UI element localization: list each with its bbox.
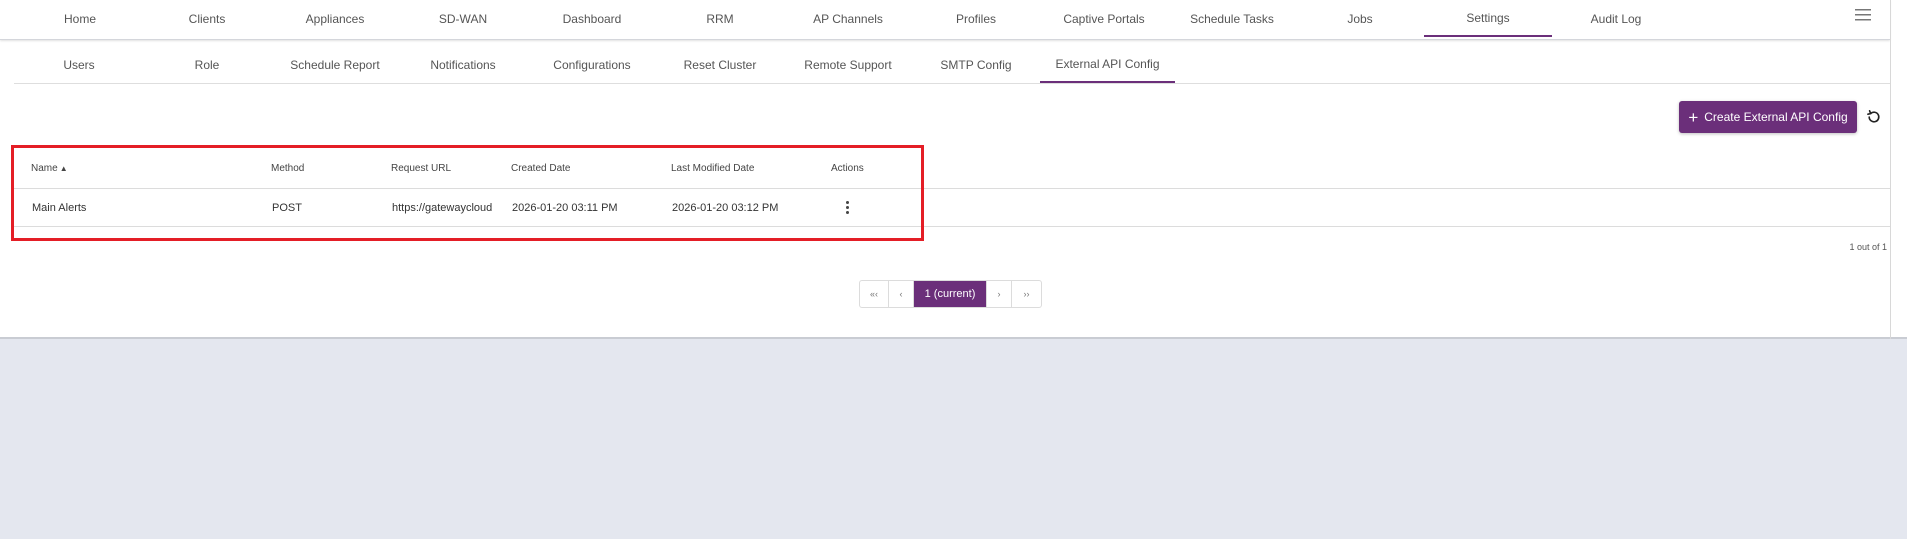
refresh-icon[interactable] (1864, 107, 1884, 127)
page-first-button[interactable]: «‹ (860, 281, 889, 307)
tab-rrm[interactable]: RRM (656, 0, 784, 37)
tab-sd-wan[interactable]: SD-WAN (399, 0, 527, 37)
plus-icon: + (1688, 107, 1699, 127)
tab-clients[interactable]: Clients (143, 0, 271, 37)
subtab-remote-support[interactable]: Remote Support (784, 46, 912, 83)
panel-edge (1890, 0, 1891, 339)
record-count: 1 out of 1 (1849, 242, 1887, 252)
column-header-last-modified-date[interactable]: Last Modified Date (671, 148, 754, 188)
tab-dashboard[interactable]: Dashboard (528, 0, 656, 37)
column-header-actions: Actions (831, 162, 864, 174)
cell-actions (839, 189, 855, 226)
tab-jobs[interactable]: Jobs (1296, 0, 1424, 37)
cell-name: Main Alerts (32, 201, 87, 214)
create-external-api-config-button[interactable]: + Create External API Config (1679, 101, 1857, 133)
column-header-method[interactable]: Method (271, 148, 304, 188)
tab-captive-portals[interactable]: Captive Portals (1040, 0, 1168, 37)
kebab-menu-icon[interactable] (839, 197, 855, 219)
subtab-external-api-config[interactable]: External API Config (1040, 46, 1175, 83)
external-api-config-table: Name ▲ Method Request URL Created Date L… (14, 148, 1890, 227)
tab-ap-channels[interactable]: AP Channels (784, 0, 912, 37)
subtab-schedule-report[interactable]: Schedule Report (271, 46, 399, 83)
tab-appliances[interactable]: Appliances (271, 0, 399, 37)
page-current-button[interactable]: 1 (current) (914, 281, 987, 307)
column-header-name[interactable]: Name ▲ (31, 148, 68, 188)
subtab-configurations[interactable]: Configurations (528, 46, 656, 83)
main-panel: Home Clients Appliances SD-WAN Dashboard… (0, 0, 1907, 339)
cell-last-modified-date: 2026-01-20 03:12 PM (672, 201, 779, 214)
sort-ascending-icon: ▲ (59, 163, 68, 173)
cell-created-date: 2026-01-20 03:11 PM (512, 201, 618, 214)
subtab-notifications[interactable]: Notifications (399, 46, 527, 83)
tab-audit-log[interactable]: Audit Log (1552, 0, 1680, 37)
tab-profiles[interactable]: Profiles (912, 0, 1040, 37)
subtab-users[interactable]: Users (15, 46, 143, 83)
pagination: «‹ ‹ 1 (current) › ›› (859, 280, 1042, 308)
cell-request-url: https://gatewaycloud (392, 201, 493, 214)
page-next-button[interactable]: › (987, 281, 1012, 307)
table-header: Name ▲ Method Request URL Created Date L… (14, 148, 1890, 189)
hamburger-icon[interactable] (1853, 6, 1873, 24)
column-header-created-date[interactable]: Created Date (511, 148, 570, 188)
tab-schedule-tasks[interactable]: Schedule Tasks (1168, 0, 1296, 37)
page-prev-button[interactable]: ‹ (889, 281, 914, 307)
subtab-smtp-config[interactable]: SMTP Config (912, 46, 1040, 83)
subtab-role[interactable]: Role (143, 46, 271, 83)
subtab-reset-cluster[interactable]: Reset Cluster (656, 46, 784, 83)
column-header-request-url[interactable]: Request URL (391, 148, 451, 188)
top-navigation: Home Clients Appliances SD-WAN Dashboard… (0, 0, 1890, 40)
page-last-button[interactable]: ›› (1012, 281, 1041, 307)
tab-settings[interactable]: Settings (1424, 0, 1552, 37)
cell-method: POST (272, 201, 302, 214)
tab-home[interactable]: Home (16, 0, 144, 37)
table-row[interactable]: Main Alerts POST https://gatewaycloud 20… (14, 189, 1890, 227)
settings-subnav: Users Role Schedule Report Notifications… (14, 46, 1890, 84)
